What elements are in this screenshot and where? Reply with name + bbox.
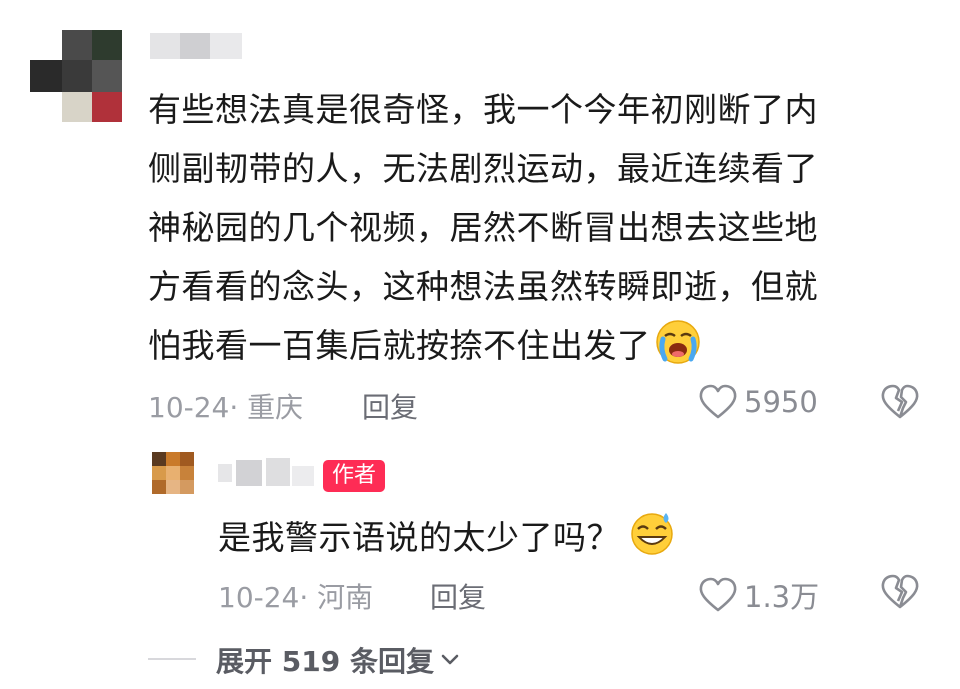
- broken-heart-icon: [880, 384, 920, 420]
- comment-line-text: 怕我看一百集后就按捺不住出发了: [148, 326, 651, 365]
- reply-username-blurred[interactable]: [218, 458, 316, 488]
- comment-like-count: 5950: [744, 385, 818, 419]
- author-badge: 作者: [323, 460, 386, 492]
- expand-replies-label: 展开 519 条回复: [216, 645, 434, 678]
- heart-icon: [698, 384, 738, 420]
- divider-line: [148, 658, 196, 660]
- broken-heart-icon: [880, 574, 920, 610]
- expand-replies-button[interactable]: 展开 519 条回复: [216, 640, 460, 680]
- reply-dislike-button[interactable]: [880, 574, 920, 610]
- reply-avatar[interactable]: [152, 452, 194, 494]
- reply-like-button[interactable]: 1.3万: [698, 574, 819, 616]
- chevron-down-icon: [440, 653, 460, 667]
- comment-date-location: 10-24· 重庆: [148, 391, 304, 424]
- reply-text: 是我警示语说的太少了吗？: [218, 508, 676, 567]
- username-blurred[interactable]: [150, 33, 242, 59]
- comment-line: 侧副韧带的人，无法剧烈运动，最近连续看了: [148, 149, 818, 188]
- comment-line: 方看看的念头，这种想法虽然转瞬即逝，但就: [148, 267, 818, 306]
- dislike-button[interactable]: [880, 384, 920, 420]
- avatar[interactable]: [30, 30, 122, 122]
- reply-date-location: 10-24· 河南: [218, 581, 374, 614]
- comment-like-button[interactable]: 5950: [698, 384, 818, 420]
- heart-icon: [698, 577, 738, 613]
- comment-line: 有些想法真是很奇怪，我一个今年初刚断了内: [148, 90, 818, 129]
- comment-text: 有些想法真是很奇怪，我一个今年初刚断了内 侧副韧带的人，无法剧烈运动，最近连续看…: [148, 80, 948, 375]
- comment-reply-button[interactable]: 回复: [362, 386, 418, 426]
- comment-line: 怕我看一百集后就按捺不住出发了: [148, 316, 948, 375]
- reply-reply-button[interactable]: 回复: [430, 576, 486, 616]
- reply-like-count: 1.3万: [744, 580, 820, 614]
- sweat-smile-emoji-icon: [628, 509, 676, 557]
- crying-emoji-icon: [655, 319, 701, 365]
- reply-text-content: 是我警示语说的太少了吗？: [218, 518, 620, 557]
- comment-line: 神秘园的几个视频，居然不断冒出想去这些地: [148, 208, 818, 247]
